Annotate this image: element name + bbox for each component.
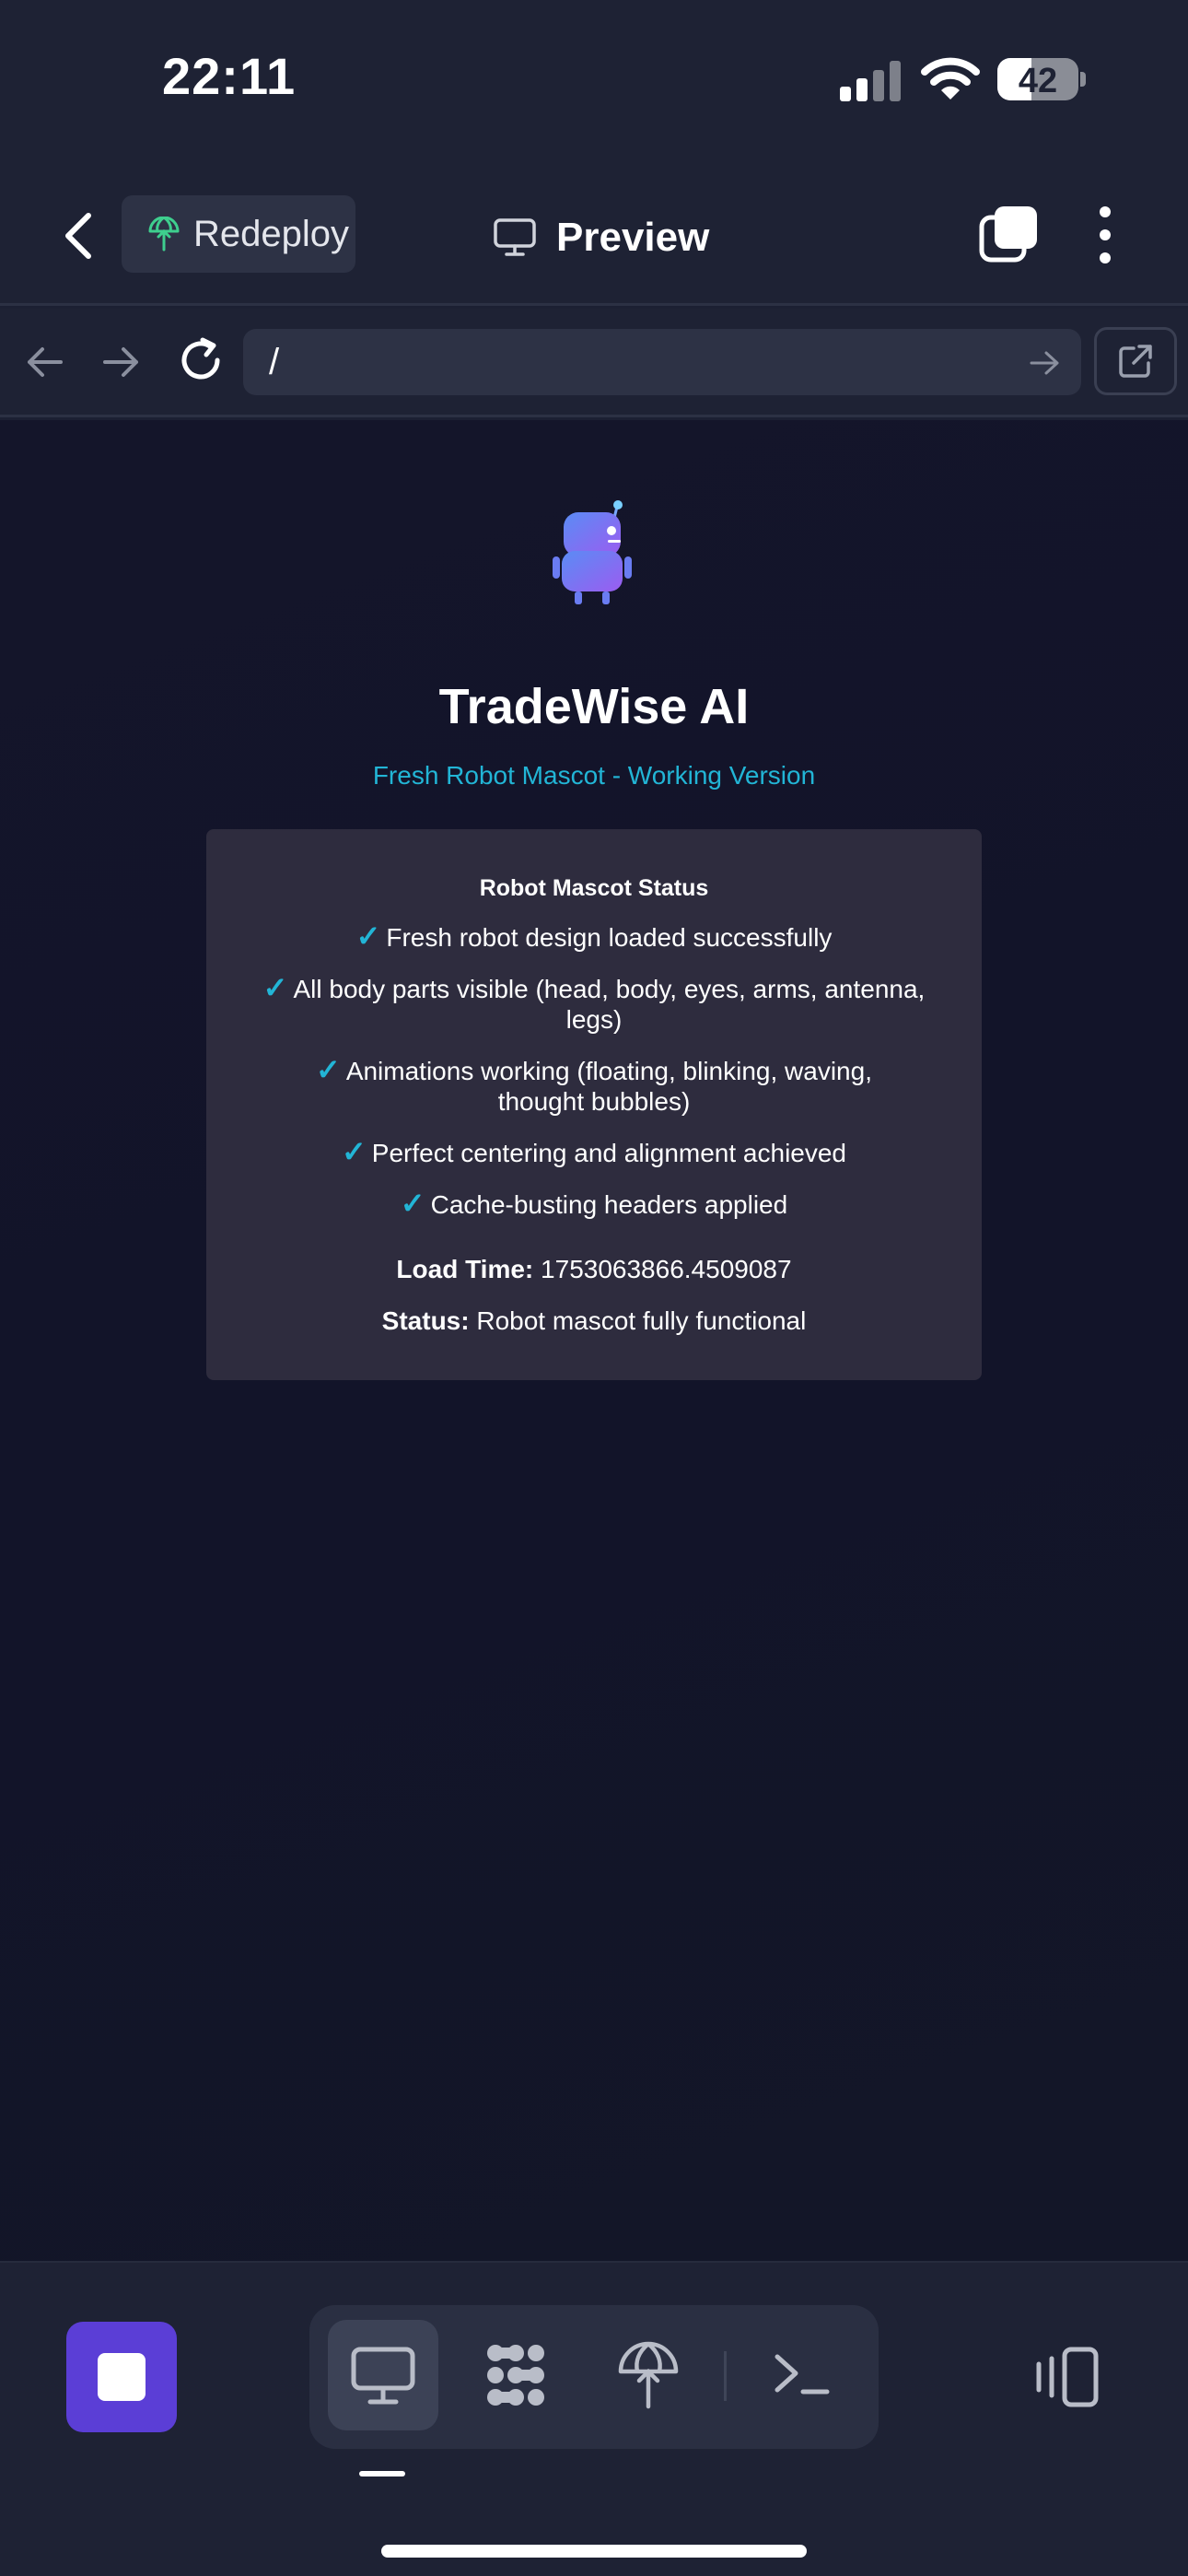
back-chevron-icon[interactable]	[55, 208, 101, 263]
status-label: Status:	[381, 1306, 470, 1335]
nav-forward-arrow-icon[interactable]	[101, 342, 142, 382]
robot-mascot-icon	[553, 500, 632, 604]
check-item: ✓ All body parts visible (head, body, eye…	[234, 973, 954, 1035]
check-text: Fresh robot design loaded successfully	[386, 923, 833, 952]
card-title: Robot Mascot Status	[479, 875, 709, 901]
checkmark-icon: ✓	[316, 1053, 341, 1086]
check-list: ✓ Fresh robot design loaded successfully …	[234, 921, 954, 1240]
battery-icon: 42	[997, 58, 1078, 100]
shell-cluster-icon	[487, 2345, 544, 2406]
app-subtitle: Fresh Robot Mascot - Working Version	[372, 761, 816, 790]
terminal-icon	[775, 2354, 830, 2395]
app-title: TradeWise AI	[438, 679, 750, 734]
stop-button[interactable]	[66, 2322, 177, 2432]
browser-toolbar	[0, 309, 1188, 417]
preview-content: TradeWise AI Fresh Robot Mascot - Workin…	[0, 420, 1188, 2261]
check-text: Animations working (floating, blinking, …	[345, 1057, 872, 1116]
home-indicator	[381, 2545, 807, 2558]
check-item: ✓ Fresh robot design loaded successfully	[234, 921, 954, 953]
check-item: ✓ Animations working (floating, blinking,…	[234, 1055, 954, 1117]
nav-back-arrow-icon[interactable]	[24, 342, 64, 382]
battery-tip	[1080, 72, 1086, 87]
status-bar: 22:11 42	[0, 0, 1188, 157]
tool-switcher	[309, 2305, 879, 2449]
page-title: Preview	[556, 215, 710, 260]
battery-level: 42	[1018, 62, 1058, 100]
check-text: Perfect centering and alignment achieved	[371, 1139, 847, 1167]
tool-shell[interactable]	[460, 2320, 571, 2430]
load-time-label: Load Time:	[396, 1255, 534, 1283]
wifi-icon	[921, 57, 980, 100]
bottom-toolbar	[0, 2261, 1188, 2576]
checkmark-icon: ✓	[400, 1187, 425, 1220]
stop-icon	[98, 2353, 146, 2401]
preview-title: Preview	[494, 210, 709, 265]
app-header: Redeploy Preview	[0, 157, 1188, 306]
load-time-value: 1753063866.4509087	[541, 1255, 792, 1283]
check-text: Cache-busting headers applied	[430, 1190, 788, 1219]
tool-deploy[interactable]	[593, 2320, 704, 2430]
load-time-line: Load Time: 1753063866.4509087	[206, 1255, 982, 1284]
layout-toggle-icon[interactable]	[1031, 2346, 1101, 2410]
status-card: Robot Mascot Status ✓ Fresh robot design …	[206, 829, 982, 1380]
tool-terminal[interactable]	[748, 2320, 858, 2430]
status-time: 22:11	[162, 47, 297, 105]
tool-divider	[724, 2351, 727, 2401]
cellular-signal-icon	[840, 61, 901, 101]
check-item: ✓ Perfect centering and alignment achieve…	[234, 1137, 954, 1168]
tool-preview[interactable]	[328, 2320, 438, 2430]
checkmark-icon: ✓	[262, 971, 288, 1004]
deploy-globe-icon	[148, 217, 180, 252]
external-link-icon	[1119, 345, 1152, 378]
redeploy-button[interactable]: Redeploy	[122, 195, 355, 273]
check-text: All body parts visible (head, body, eyes…	[293, 975, 926, 1034]
url-input[interactable]	[243, 329, 1081, 395]
active-tool-indicator	[359, 2471, 405, 2476]
url-go-arrow-icon[interactable]	[1030, 349, 1061, 377]
preview-icon	[351, 2347, 415, 2405]
status-line: Status: Robot mascot fully functional	[206, 1306, 982, 1336]
reload-icon[interactable]	[177, 336, 225, 384]
more-options-icon[interactable]	[1087, 203, 1124, 267]
open-external-button[interactable]	[1094, 327, 1177, 395]
tabs-icon[interactable]	[978, 205, 1039, 265]
monitor-icon	[494, 218, 536, 256]
status-value: Robot mascot fully functional	[476, 1306, 807, 1335]
checkmark-icon: ✓	[355, 919, 381, 953]
redeploy-label: Redeploy	[193, 213, 350, 254]
deploy-icon	[618, 2341, 679, 2409]
check-item: ✓ Cache-busting headers applied	[234, 1188, 954, 1220]
app-root: 22:11 42 Redeploy Preview / TradeWise AI…	[0, 0, 1188, 2576]
checkmark-icon: ✓	[341, 1135, 367, 1168]
